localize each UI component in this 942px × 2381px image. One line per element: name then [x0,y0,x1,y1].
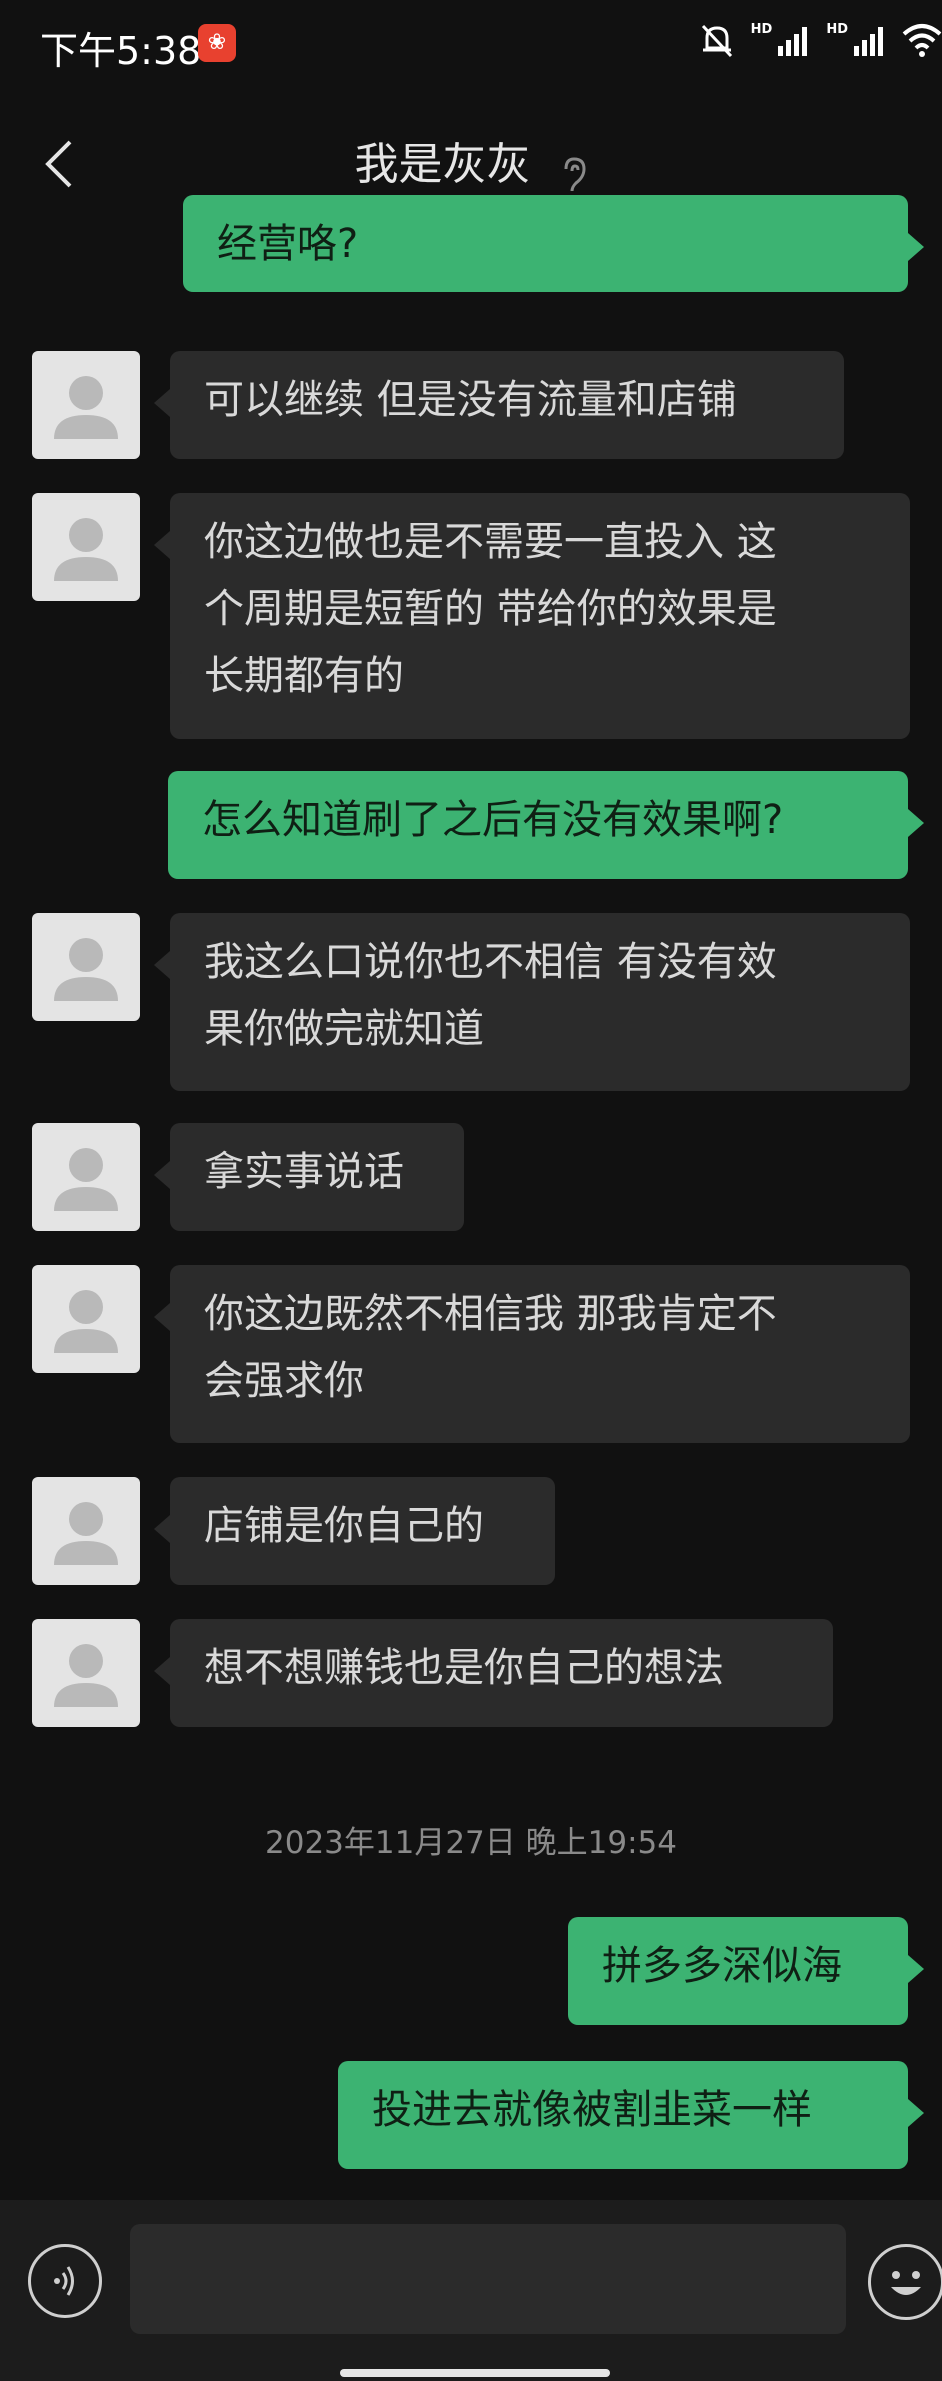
bubble-tail [908,2099,924,2127]
bubble-tail [908,233,924,261]
avatar[interactable] [32,351,140,459]
home-indicator[interactable] [340,2369,610,2377]
avatar[interactable] [32,1123,140,1231]
incoming-message-bubble[interactable]: 拿实事说话 [154,1123,464,1231]
message-text-line: 长期都有的 [204,653,404,699]
status-icons: HD HD [697,20,942,60]
signal-icon [778,27,808,56]
incoming-message-bubble[interactable]: 店铺是你自己的 [154,1477,555,1585]
message-text-line: 想不想赚钱也是你自己的想法 [204,1645,724,1691]
emoji-button[interactable] [868,2244,942,2320]
default-avatar-icon [54,518,118,581]
outgoing-message-bubble[interactable]: 怎么知道刷了之后有没有效果啊? [168,771,924,879]
voice-icon [54,2266,74,2296]
message-text-line: 你这边做也是不需要一直投入 这 [204,519,777,565]
app-notification-icon: ❀ [198,24,236,62]
timestamp: 2023年11月27日 晚上19:54 [265,1825,677,1861]
wifi-icon [902,24,942,57]
message-text-line: 个周期是短暂的 带给你的效果是 [204,586,777,632]
message-input[interactable] [130,2224,846,2334]
default-avatar-icon [54,1290,118,1353]
voice-button[interactable] [28,2244,102,2318]
message-text-line: 拼多多深似海 [602,1943,842,1989]
ear-icon [564,156,586,191]
hd-badge: HD [750,21,773,37]
status-bar: 下午5:38 ❀ HD HD [0,0,942,90]
bubble-tail [154,531,170,559]
bubble-tail [154,951,170,979]
composer-bar [0,2200,942,2381]
outgoing-message-bubble[interactable]: 拼多多深似海 [568,1917,924,2025]
incoming-message-bubble[interactable]: 你这边做也是不需要一直投入 这个周期是短暂的 带给你的效果是 长期都有的 [154,493,910,739]
message-text-line: 果你做完就知道 [204,1006,484,1052]
message-text-line: 会强求你 [204,1358,364,1404]
bell-muted-icon [701,24,732,58]
incoming-message-bubble[interactable]: 你这边既然不相信我 那我肯定不 会强求你 [154,1265,910,1443]
default-avatar-icon [54,1502,118,1565]
message-text-line: 我这么口说你也不相信 有没有效 [204,939,777,985]
default-avatar-icon [54,1148,118,1211]
default-avatar-icon [54,376,118,439]
message-text-line: 怎么知道刷了之后有没有效果啊? [202,797,784,843]
outgoing-message-bubble[interactable]: 经营咯? [183,195,924,292]
bubble-tail [908,809,924,837]
message-text-line: 店铺是你自己的 [204,1503,484,1549]
message-text-line: 可以继续 但是没有流量和店铺 [204,377,737,423]
message-text-line: 拿实事说话 [204,1149,404,1195]
hd-badge: HD [826,21,848,37]
bubble-tail [154,1657,170,1685]
avatar[interactable] [32,913,140,1021]
bubble-tail [154,1161,170,1189]
message-text-line: 投进去就像被割韭菜一样 [372,2087,812,2133]
incoming-message-bubble[interactable]: 可以继续 但是没有流量和店铺 [154,351,844,459]
default-avatar-icon [54,1644,118,1707]
bubble-tail [154,1303,170,1331]
avatar[interactable] [32,1619,140,1727]
message-text-line: 你这边既然不相信我 那我肯定不 [204,1291,777,1337]
signal-icon [854,27,883,56]
bubble-tail [154,1515,170,1543]
avatar[interactable] [32,493,140,601]
emoji-icon [891,2271,921,2295]
message-text-line: 经营咯? [217,221,359,267]
default-avatar-icon [54,938,118,1001]
incoming-message-bubble[interactable]: 想不想赚钱也是你自己的想法 [154,1619,833,1727]
avatar[interactable] [32,1477,140,1585]
outgoing-message-bubble[interactable]: 投进去就像被割韭菜一样 [338,2061,924,2169]
status-time: 下午5:38 [40,29,202,73]
bubble-tail [154,389,170,417]
avatar[interactable] [32,1265,140,1373]
bubble-tail [908,1955,924,1983]
incoming-message-bubble[interactable]: 我这么口说你也不相信 有没有效 果你做完就知道 [154,913,910,1091]
chat-title: 我是灰灰 [354,139,531,190]
